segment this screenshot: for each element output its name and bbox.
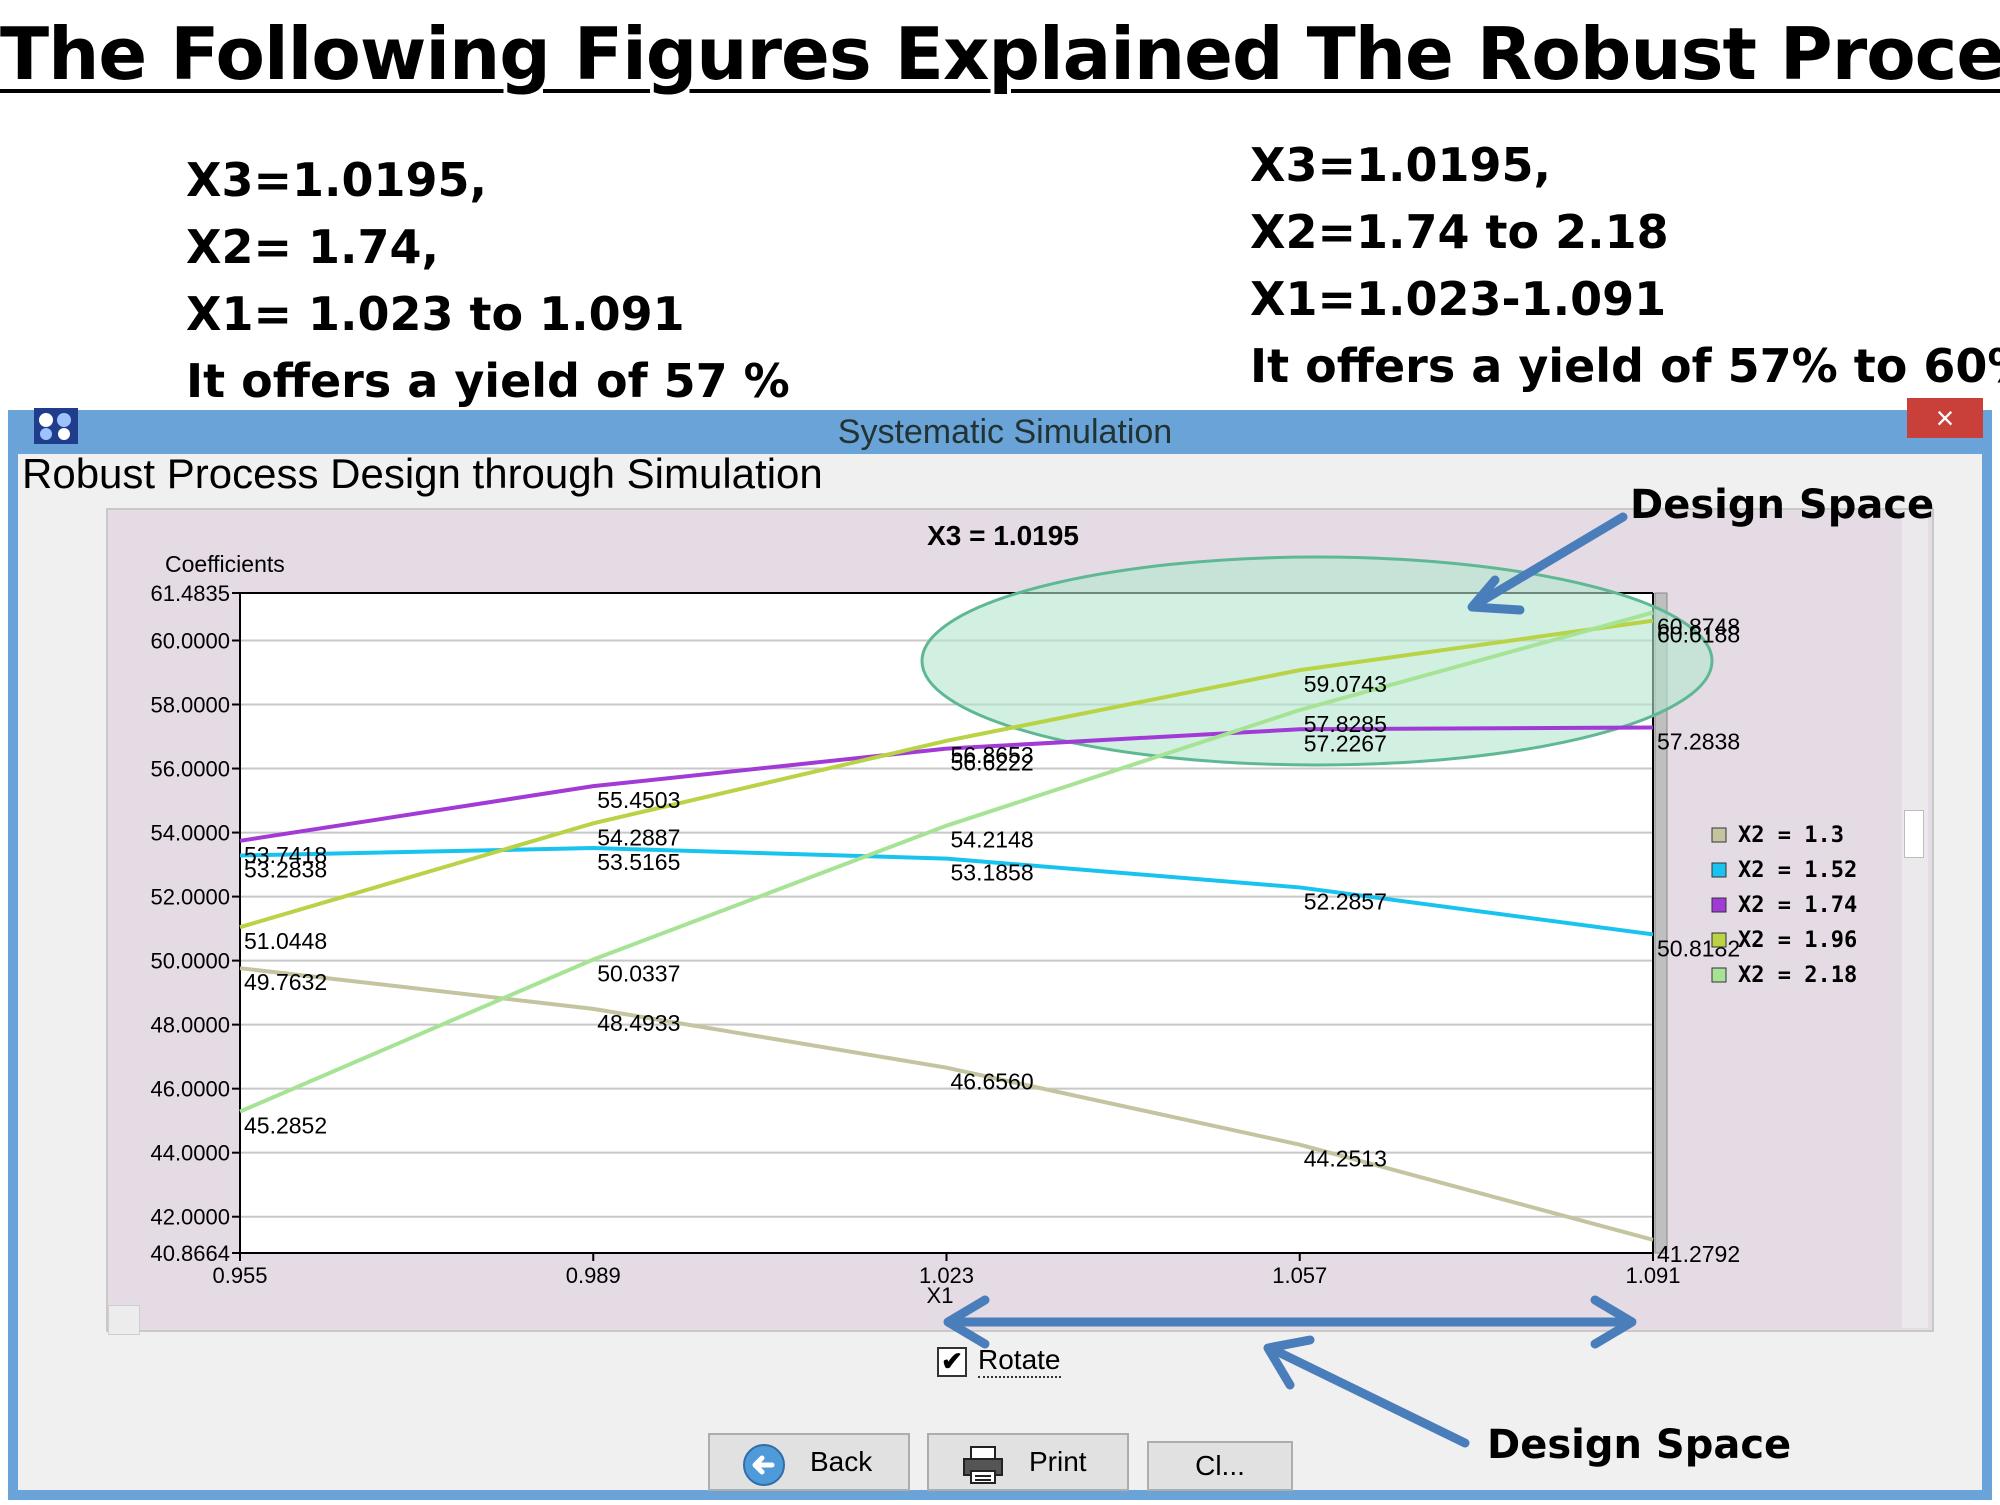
x-axis-label: X1 <box>927 1283 954 1308</box>
data-label: 45.2852 <box>244 1113 327 1139</box>
data-label: 49.7632 <box>244 969 327 995</box>
design-space-label-bottom: Design Space <box>1487 1422 1792 1468</box>
data-label: 54.2887 <box>597 824 680 850</box>
data-label: 48.4933 <box>597 1010 680 1036</box>
print-button[interactable]: Print <box>927 1433 1129 1491</box>
back-arrow-icon <box>742 1443 785 1486</box>
data-label: 56.8653 <box>951 742 1034 768</box>
y-tick-label: 46.0000 <box>150 1077 230 1102</box>
data-label: 50.8182 <box>1657 935 1740 961</box>
print-button-label: Print <box>1029 1446 1087 1477</box>
design-space-label-top: Design Space <box>1630 482 1935 528</box>
data-label: 53.1858 <box>951 860 1034 886</box>
data-label: 54.2148 <box>951 827 1034 853</box>
y-tick-label: 54.0000 <box>150 821 230 846</box>
data-label: 41.2792 <box>1657 1241 1740 1267</box>
rotate-checkbox[interactable]: ✔ <box>937 1347 967 1377</box>
y-tick-label: 60.0000 <box>150 628 230 653</box>
legend-swatch <box>1711 967 1727 983</box>
data-label: 50.0337 <box>597 961 680 987</box>
close-button[interactable]: Cl... <box>1147 1441 1293 1491</box>
y-tick-label: 44.0000 <box>150 1141 230 1166</box>
checkmark-icon: ✔ <box>941 1346 963 1376</box>
legend-swatch <box>1711 897 1727 913</box>
data-label: 51.0448 <box>244 928 327 954</box>
data-label: 46.6560 <box>951 1069 1034 1095</box>
x-tick-label: 1.057 <box>1272 1263 1327 1288</box>
x-tick-label: 0.989 <box>566 1263 621 1288</box>
legend-swatch <box>1711 932 1727 948</box>
data-label: 60.8748 <box>1657 613 1740 639</box>
legend-swatch <box>1711 862 1727 878</box>
line-chart: 61.4835 60.0000 58.0000 56.0000 54.0000 52.00… <box>150 520 1857 1308</box>
x-tick-label: 0.955 <box>212 1263 267 1288</box>
back-button[interactable]: Back <box>708 1433 910 1491</box>
legend-label: X2 = 2.18 <box>1738 963 1857 988</box>
printer-icon <box>961 1443 1003 1484</box>
data-label: 59.0743 <box>1304 671 1387 697</box>
data-label: 44.2513 <box>1304 1146 1387 1172</box>
y-axis-label: Coefficients <box>165 551 285 577</box>
data-label: 53.5165 <box>597 849 680 875</box>
data-label: 53.7418 <box>244 842 327 868</box>
chart-title: X3 = 1.0195 <box>927 520 1079 551</box>
y-tick-label: 42.0000 <box>150 1205 230 1230</box>
legend-label: X2 = 1.52 <box>1738 858 1857 883</box>
y-tick-label: 61.4835 <box>150 581 230 606</box>
data-label: 57.2838 <box>1657 728 1740 754</box>
legend-label: X2 = 1.3 <box>1738 823 1844 848</box>
y-tick-label: 58.0000 <box>150 693 230 718</box>
data-label: 57.8285 <box>1304 711 1387 737</box>
legend-label: X2 = 1.96 <box>1738 928 1857 953</box>
legend-label: X2 = 1.74 <box>1738 893 1857 918</box>
rotate-label[interactable]: Rotate <box>978 1344 1061 1378</box>
legend-swatch <box>1711 827 1727 843</box>
back-button-label: Back <box>810 1446 873 1477</box>
data-label: 55.4503 <box>597 787 680 813</box>
y-tick-label: 52.0000 <box>150 885 230 910</box>
y-tick-label: 56.0000 <box>150 757 230 782</box>
data-label: 52.2857 <box>1304 888 1387 914</box>
y-tick-label: 50.0000 <box>150 949 230 974</box>
y-tick-label: 48.0000 <box>150 1013 230 1038</box>
